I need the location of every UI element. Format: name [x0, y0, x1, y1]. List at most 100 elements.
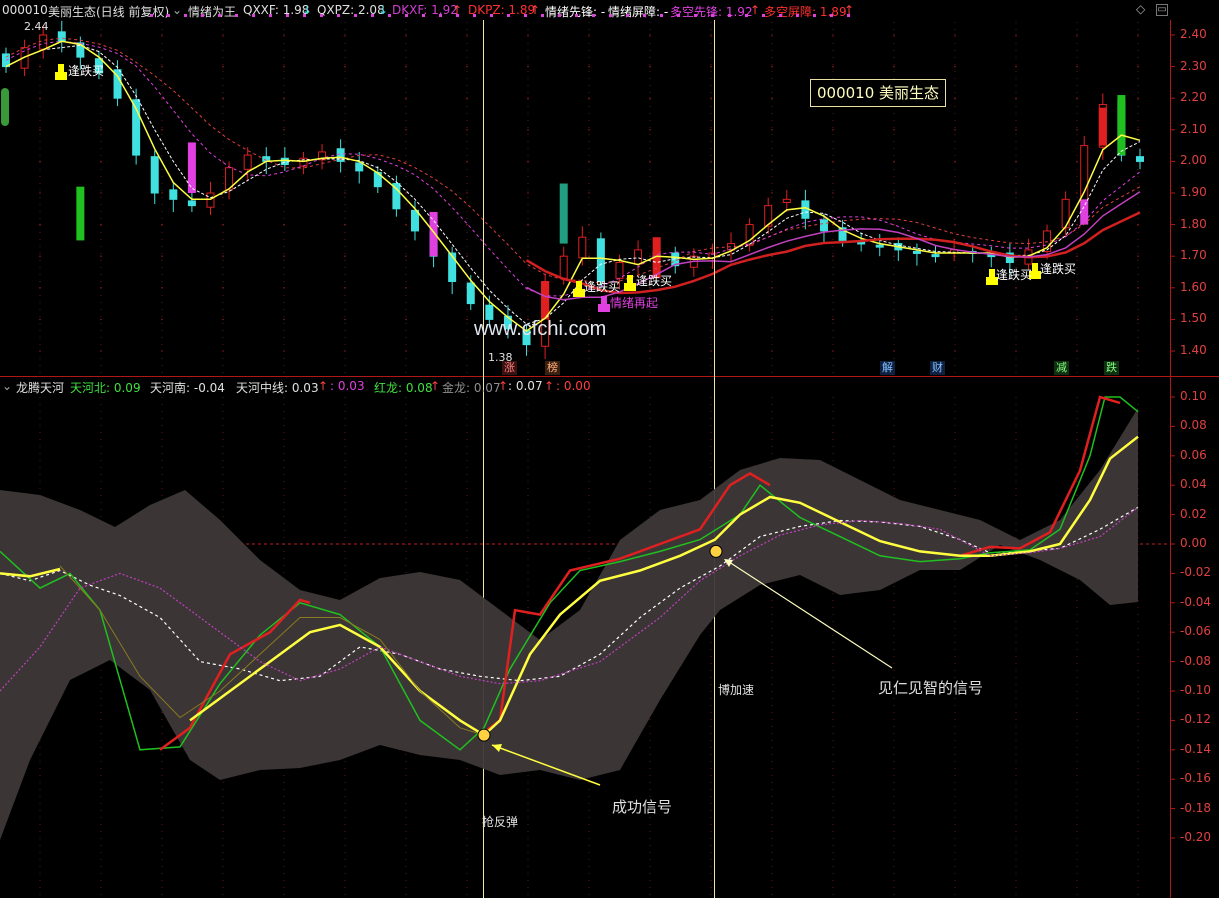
- grid-dot: [649, 160, 651, 163]
- grid-dot: [893, 34, 895, 36]
- grid-dot: [527, 65, 529, 68]
- grid-dot: [588, 34, 590, 36]
- grid-dot: [1076, 65, 1078, 68]
- signal-dot: [694, 14, 697, 17]
- candle-body: [187, 200, 196, 207]
- buy-signal-label: 逢跌买: [68, 64, 105, 78]
- y-tick-label: -0.14: [1180, 741, 1212, 756]
- signal-dot: [762, 14, 765, 17]
- grid-dot: [1015, 97, 1017, 99]
- grid-dot: [710, 160, 712, 163]
- y-tick-label: 1.60: [1180, 279, 1207, 294]
- grid-dot: [527, 160, 529, 163]
- lower-indicator-name[interactable]: 龙腾天河: [16, 379, 64, 396]
- grid-dot: [710, 97, 712, 99]
- candle-body: [596, 238, 605, 282]
- signal-dot: [184, 14, 187, 17]
- grid-dot: [222, 255, 224, 257]
- event-mark-die[interactable]: 跌: [1104, 361, 1119, 375]
- grid-dot: [1015, 65, 1017, 68]
- grid-dot: [832, 129, 834, 131]
- v1-value: : 0.03: [330, 379, 365, 393]
- y-tick-label: -0.08: [1180, 653, 1212, 668]
- thn-value: 天河南: -0.04: [150, 381, 225, 395]
- grid-dot: [222, 318, 224, 321]
- y-tick-label: 2.00: [1180, 153, 1207, 168]
- event-mark-zhang[interactable]: 涨: [502, 361, 517, 375]
- grid-dot: [771, 129, 773, 131]
- restart-arrow-icon: [598, 296, 610, 312]
- candle-body: [57, 31, 66, 42]
- grid-dot: [39, 192, 41, 194]
- event-mark-jian[interactable]: 减: [1054, 361, 1069, 375]
- grid-dot: [1137, 97, 1139, 99]
- v3-value: : 0.00: [556, 379, 591, 393]
- y-tick-label: -0.12: [1180, 712, 1212, 727]
- signal-dot: [711, 14, 714, 17]
- collapse-icon[interactable]: ⌄: [2, 379, 12, 393]
- grid-dot: [1076, 97, 1078, 99]
- grid-dot: [405, 192, 407, 194]
- highlight-candle: [187, 142, 196, 193]
- grid-dot: [527, 255, 529, 257]
- thz-arrow: ↑: [318, 379, 329, 393]
- grid-dot: [283, 192, 285, 194]
- y-tick-label: 0.08: [1180, 418, 1207, 433]
- grid-dot: [466, 97, 468, 99]
- grid-dot: [1137, 255, 1139, 257]
- grid-dot: [405, 97, 407, 99]
- grid-dot: [771, 192, 773, 194]
- grid-dot: [283, 255, 285, 257]
- grid-dot: [893, 318, 895, 321]
- y-tick-label: 0.02: [1180, 506, 1207, 521]
- grid-dot: [1137, 34, 1139, 36]
- grid-dot: [161, 34, 163, 36]
- highlight-candle: [559, 183, 568, 244]
- grid-dot: [1076, 34, 1078, 36]
- event-mark-bang[interactable]: 榜: [545, 361, 560, 375]
- signal-dot: [813, 14, 816, 17]
- grid-dot: [466, 160, 468, 163]
- grid-dot: [954, 318, 956, 321]
- grid-dot: [771, 65, 773, 68]
- grid-dot: [1076, 255, 1078, 257]
- grid-dot: [954, 34, 956, 36]
- grid-dot: [832, 34, 834, 36]
- smile-icon: [709, 544, 723, 558]
- grid-dot: [1015, 34, 1017, 36]
- grid-dot: [100, 255, 102, 257]
- hl-value: 红龙: 0.08: [374, 381, 433, 395]
- y-tick-label: 0.06: [1180, 447, 1207, 462]
- grid-dot: [588, 97, 590, 99]
- grid-dot: [832, 192, 834, 194]
- grid-dot: [893, 65, 895, 68]
- candle-body: [875, 244, 884, 248]
- event-mark-jie[interactable]: 解: [880, 361, 895, 375]
- grid-dot: [954, 97, 956, 99]
- grid-dot: [710, 34, 712, 36]
- signal-dot: [167, 14, 170, 17]
- grid-dot: [954, 65, 956, 68]
- signal-dot: [626, 14, 629, 17]
- event-mark-cai[interactable]: 财: [930, 361, 945, 375]
- grid-dot: [466, 255, 468, 257]
- y-tick-label: -0.18: [1180, 800, 1212, 815]
- grid-dot: [100, 97, 102, 99]
- grid-dot: [1015, 129, 1017, 131]
- tianhe-band: [0, 408, 1138, 840]
- signal-dot: [252, 14, 255, 17]
- grid-dot: [100, 129, 102, 131]
- y-tick-label: 1.80: [1180, 216, 1207, 231]
- grid-dot: [161, 192, 163, 194]
- signal-dot: [592, 14, 595, 17]
- accelerate-label: 博加速: [718, 683, 755, 697]
- signal-dot: [541, 14, 544, 17]
- grid-dot: [39, 160, 41, 163]
- y-tick-label: 2.10: [1180, 121, 1207, 136]
- grid-dot: [405, 65, 407, 68]
- grid-dot: [1137, 129, 1139, 131]
- grid-dot: [222, 129, 224, 131]
- signal-dot: [847, 14, 850, 17]
- signal-dot: [660, 14, 663, 17]
- y-tick-label: 0.04: [1180, 477, 1207, 492]
